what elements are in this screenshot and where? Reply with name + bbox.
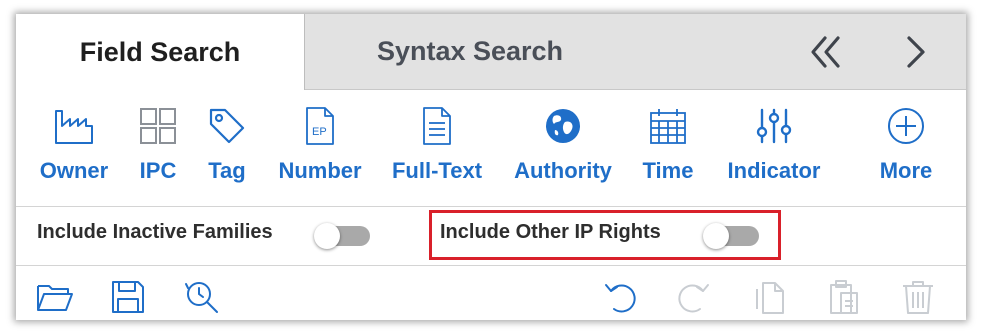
authority-button[interactable]: Authority [510, 104, 616, 194]
undo-icon[interactable] [600, 277, 640, 317]
more-button[interactable]: More [874, 104, 938, 194]
field-toolbar: Owner IPC Tag EP Number Full-Text Author… [16, 104, 966, 204]
highlight-box [429, 210, 781, 260]
include-inactive-families-label: Include Inactive Families [37, 221, 273, 243]
trash-icon[interactable] [898, 277, 938, 317]
divider [16, 265, 966, 266]
action-bar [16, 272, 966, 320]
plus-circle-icon [884, 104, 928, 148]
divider [16, 206, 966, 207]
double-chevron-left-icon[interactable] [801, 28, 849, 76]
copy-icon[interactable] [750, 277, 790, 317]
tag-button[interactable]: Tag [206, 104, 248, 194]
tab-field-search[interactable]: Field Search [16, 14, 305, 90]
tab-syntax-search[interactable]: Syntax Search [305, 14, 635, 89]
redo-icon[interactable] [674, 277, 714, 317]
tab-bar-inactive-area: Syntax Search [305, 14, 966, 90]
time-button[interactable]: Time [640, 104, 696, 194]
toggle-knob [314, 223, 340, 249]
paste-icon[interactable] [824, 277, 864, 317]
document-text-icon [415, 104, 459, 148]
calendar-icon [646, 104, 690, 148]
search-panel: Field Search Syntax Search Owner IPC Tag… [16, 14, 966, 320]
indicator-button[interactable]: Indicator [722, 104, 826, 194]
tab-bar: Field Search Syntax Search [16, 14, 966, 90]
save-icon[interactable] [108, 277, 148, 317]
document-ep-icon: EP [298, 104, 342, 148]
factory-icon [52, 104, 96, 148]
number-button[interactable]: EP Number [274, 104, 366, 194]
tag-icon [205, 104, 249, 148]
owner-button[interactable]: Owner [36, 104, 112, 194]
ipc-button[interactable]: IPC [132, 104, 184, 194]
svg-text:EP: EP [312, 126, 327, 138]
include-inactive-families-toggle[interactable] [314, 223, 372, 249]
chevron-right-icon[interactable] [892, 28, 940, 76]
grid-icon [136, 104, 180, 148]
history-search-icon[interactable] [182, 277, 222, 317]
sliders-icon [752, 104, 796, 148]
globe-icon [541, 104, 585, 148]
folder-icon[interactable] [35, 277, 75, 317]
full-text-button[interactable]: Full-Text [390, 104, 484, 194]
